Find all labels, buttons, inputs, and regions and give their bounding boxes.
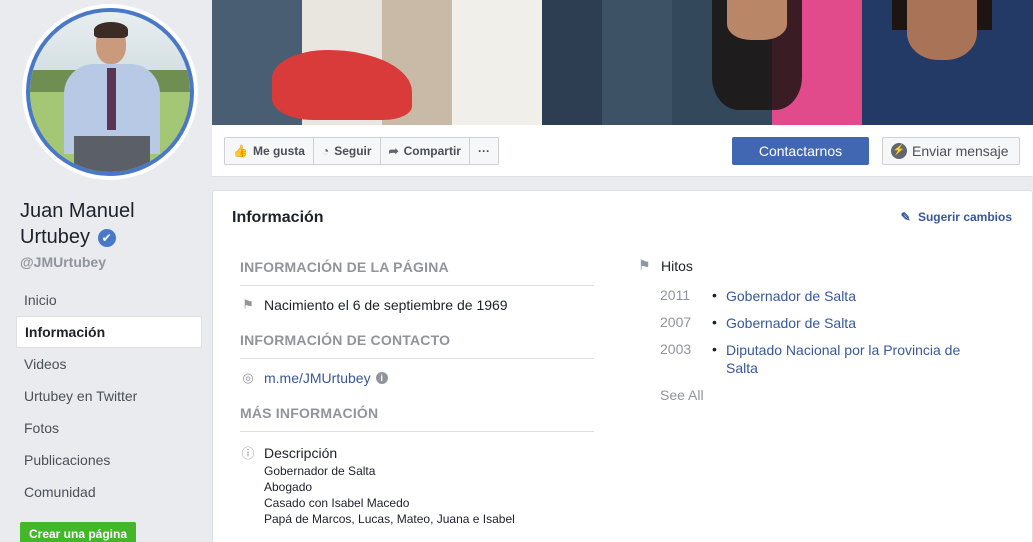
- avatar-hair: [94, 22, 128, 38]
- page-title[interactable]: Juan Manuel Urtubey ✔: [20, 198, 135, 250]
- milestone-item: 2007 • Gobernador de Salta: [660, 314, 976, 332]
- description-line: Casado con Isabel Macedo: [264, 496, 410, 510]
- milestone-link[interactable]: Gobernador de Salta: [726, 287, 976, 305]
- description-label: Descripción: [264, 444, 338, 461]
- share-arrow-icon: ➦: [388, 144, 399, 158]
- description-line: Gobernador de Salta: [264, 464, 376, 478]
- like-button[interactable]: 👍 Me gusta: [225, 138, 314, 164]
- page-name-line1[interactable]: Juan Manuel: [20, 200, 135, 222]
- milestone-item: 2003 • Diputado Nacional por la Provinci…: [660, 341, 976, 377]
- birth-row: ⚑ Nacimiento el 6 de septiembre de 1969: [240, 297, 508, 313]
- nav-item-videos[interactable]: Videos: [16, 348, 202, 380]
- flag-icon: ⚑: [638, 257, 651, 273]
- cover-shape: [452, 0, 552, 125]
- nav-item-comunidad[interactable]: Comunidad: [16, 476, 202, 508]
- description-text: Gobernador de Salta Abogado Casado con I…: [264, 463, 515, 527]
- milestone-link[interactable]: Diputado Nacional por la Provincia de Sa…: [726, 341, 976, 377]
- create-page-button[interactable]: Crear una página: [20, 522, 136, 542]
- nav-item-informacion[interactable]: Información: [16, 316, 202, 348]
- description-line: Abogado: [264, 480, 313, 494]
- page-nav: Inicio Información Videos Urtubey en Twi…: [16, 284, 202, 508]
- more-dots-icon: ···: [477, 144, 490, 158]
- nav-item-inicio[interactable]: Inicio: [16, 284, 202, 316]
- birth-text: Nacimiento el 6 de septiembre de 1969: [264, 297, 508, 313]
- follow-button[interactable]: ◔ Seguir: [314, 138, 381, 164]
- more-options-button[interactable]: ···: [470, 138, 498, 164]
- contact-button[interactable]: Contactarnos: [732, 137, 869, 165]
- rss-icon: ◔: [321, 144, 330, 158]
- left-column: Juan Manuel Urtubey ✔ @JMUrtubey Inicio …: [0, 0, 212, 542]
- see-all-link[interactable]: See All: [660, 387, 704, 403]
- bullet: •: [712, 314, 717, 330]
- cover-person-face: [727, 0, 787, 40]
- page-action-bar: 👍 Me gusta ◔ Seguir ➦ Compartir ··· Cont…: [212, 125, 1033, 177]
- follow-label: Seguir: [334, 144, 372, 158]
- messenger-link[interactable]: m.me/JMUrtubey: [264, 370, 371, 386]
- bullet: •: [712, 287, 717, 303]
- avatar-pants: [74, 136, 150, 172]
- like-label: Me gusta: [252, 144, 305, 158]
- send-message-label: Enviar mensaje: [912, 143, 1009, 159]
- avatar[interactable]: [26, 8, 194, 176]
- messenger-row: ◎ m.me/JMUrtubey i: [240, 370, 388, 386]
- cover-shape: [602, 0, 682, 125]
- messenger-icon: ⚡: [891, 143, 907, 159]
- verified-badge-icon: ✔: [97, 229, 116, 247]
- nav-item-twitter[interactable]: Urtubey en Twitter: [16, 380, 202, 412]
- profile-picture[interactable]: [22, 4, 198, 180]
- action-button-group: 👍 Me gusta ◔ Seguir ➦ Compartir ···: [224, 137, 499, 165]
- page-info-heading: INFORMACIÓN DE LA PÁGINA: [240, 259, 594, 286]
- description-line: Papá de Marcos, Lucas, Mateo, Juana e Is…: [264, 512, 515, 526]
- send-message-button[interactable]: ⚡ Enviar mensaje: [882, 137, 1020, 165]
- share-button[interactable]: ➦ Compartir: [381, 138, 470, 164]
- share-label: Compartir: [403, 144, 461, 158]
- more-info-heading: MÁS INFORMACIÓN: [240, 405, 594, 432]
- milestones-header: ⚑ Hitos: [638, 257, 693, 274]
- bullet: •: [712, 341, 717, 357]
- info-circle-icon: ⓘ: [241, 446, 255, 461]
- thumbs-up-icon: 👍: [233, 144, 248, 158]
- milestone-link[interactable]: Gobernador de Salta: [726, 314, 976, 332]
- nav-item-fotos[interactable]: Fotos: [16, 412, 202, 444]
- description-row: ⓘ Descripción: [240, 443, 337, 462]
- info-card: Información ✎ Sugerir cambios INFORMACIÓ…: [212, 190, 1033, 542]
- pencil-icon: ✎: [900, 210, 911, 224]
- milestone-year: 2003: [660, 341, 692, 357]
- messenger-icon: ◎: [242, 370, 254, 385]
- avatar-tie: [107, 68, 116, 130]
- page-handle[interactable]: @JMUrtubey: [20, 254, 106, 270]
- info-icon[interactable]: i: [375, 372, 388, 384]
- milestone-item: 2011 • Gobernador de Salta: [660, 287, 976, 305]
- suggest-edits-link[interactable]: ✎ Sugerir cambios: [901, 210, 1012, 224]
- nav-item-publicaciones[interactable]: Publicaciones: [16, 444, 202, 476]
- milestone-year: 2011: [660, 287, 691, 303]
- contact-info-heading: INFORMACIÓN DE CONTACTO: [240, 332, 594, 359]
- milestones-label: Hitos: [661, 257, 693, 274]
- flag-icon: ⚑: [242, 297, 254, 312]
- cover-person-face: [907, 0, 977, 60]
- page-name-line2[interactable]: Urtubey: [20, 226, 90, 248]
- milestone-year: 2007: [660, 314, 692, 330]
- suggest-edits-label: Sugerir cambios: [917, 210, 1012, 224]
- cover-photo[interactable]: [212, 0, 1033, 125]
- info-card-title: Información: [232, 209, 324, 226]
